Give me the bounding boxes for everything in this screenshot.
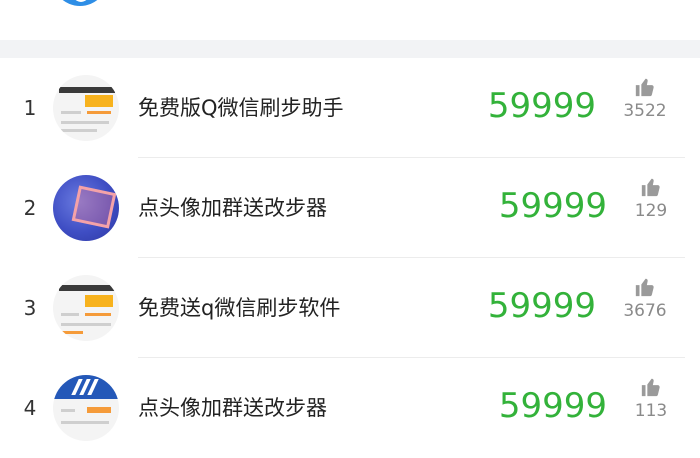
user-name: 点头像加群送改步器: [138, 196, 327, 220]
user-name: 免费版Q微信刷步助手: [138, 96, 344, 120]
current-user-row[interactable]: [0, 0, 700, 40]
like-button[interactable]: 129: [626, 176, 676, 221]
leaderboard-row[interactable]: 1 免费版Q微信刷步助手 59999 3522: [0, 58, 700, 158]
user-name: 点头像加群送改步器: [138, 396, 327, 420]
avatar[interactable]: [53, 75, 119, 141]
like-button[interactable]: 113: [626, 376, 676, 421]
leaderboard-row[interactable]: 2 点头像加群送改步器 59999 129: [0, 158, 700, 258]
section-divider: [0, 40, 700, 58]
rank-number: 2: [23, 196, 37, 220]
like-count: 3676: [623, 301, 667, 321]
step-count: 59999: [487, 86, 596, 126]
leaderboard-row[interactable]: 4 点头像加群送改步器 59999 113: [0, 358, 700, 458]
rank-number: 4: [23, 396, 37, 420]
like-button[interactable]: 3522: [620, 76, 670, 121]
step-count: 59999: [498, 386, 607, 426]
rank-number: 3: [23, 296, 37, 320]
like-count: 129: [634, 201, 668, 221]
user-name: 免费送q微信刷步软件: [138, 296, 341, 320]
rank-number: 1: [23, 96, 37, 120]
avatar[interactable]: [53, 275, 119, 341]
avatar[interactable]: [53, 175, 119, 241]
thumbs-up-icon: [635, 278, 654, 297]
thumbs-up-icon: [641, 378, 660, 397]
thumbs-up-icon: [635, 78, 654, 97]
step-count: 59999: [487, 286, 596, 326]
step-count: 59999: [498, 186, 607, 226]
like-count: 113: [634, 401, 668, 421]
avatar[interactable]: [53, 375, 119, 441]
thumbs-up-icon: [641, 178, 660, 197]
like-button[interactable]: 3676: [620, 276, 670, 321]
leaderboard-row[interactable]: 3 免费送q微信刷步软件 59999 3676: [0, 258, 700, 358]
like-count: 3522: [623, 101, 667, 121]
